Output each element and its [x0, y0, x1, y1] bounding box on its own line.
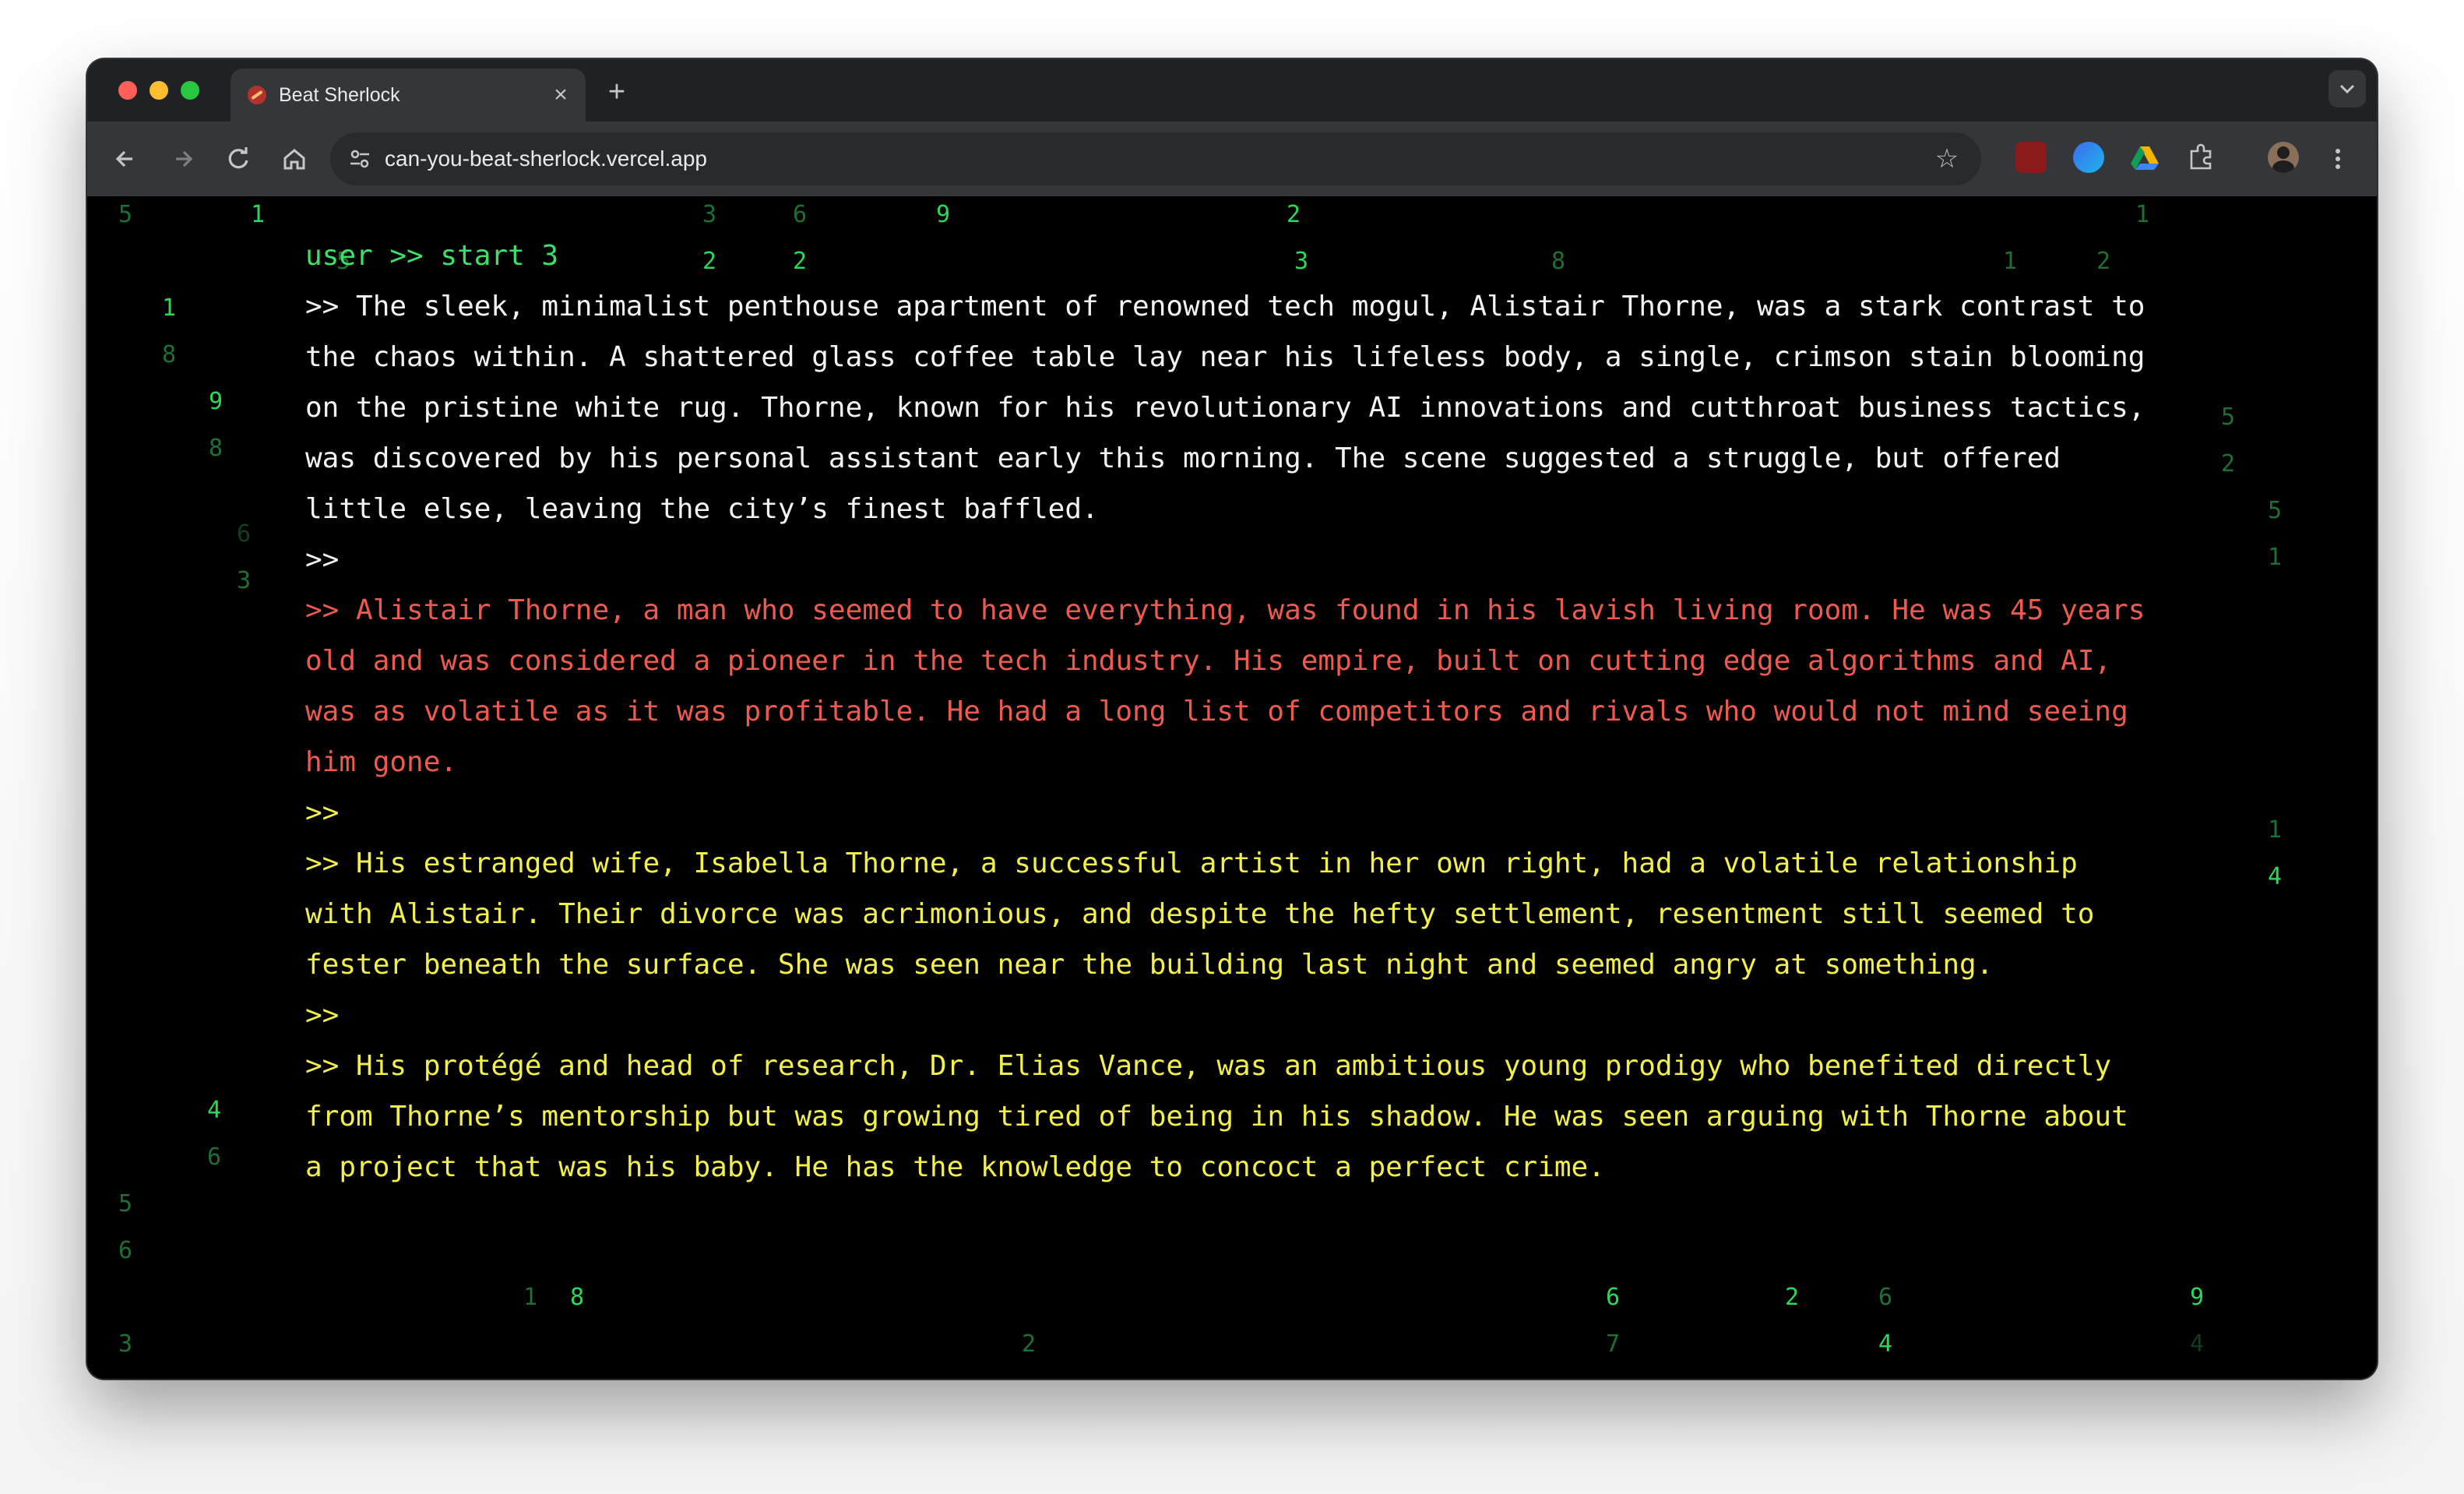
close-window-button[interactable] — [118, 81, 137, 100]
rain-digit: 6 — [1878, 1284, 1893, 1311]
rain-digit: 8 — [570, 1284, 585, 1311]
rain-digit: 6 — [118, 1237, 133, 1264]
site-info-icon[interactable] — [347, 146, 372, 171]
rain-digit: 5 — [118, 1190, 133, 1217]
terminal-output: user >> start 3 >> The sleek, minimalist… — [305, 231, 2159, 1193]
rain-digit: 5 — [118, 201, 133, 228]
rain-digit: 5 — [2268, 497, 2283, 524]
rain-digit: 1 — [251, 201, 266, 228]
prompt-separator: >> — [305, 797, 340, 829]
rain-digit: 1 — [2135, 201, 2150, 228]
ublock-extension-icon[interactable] — [2015, 142, 2047, 173]
forward-icon[interactable] — [165, 142, 199, 176]
rain-digit: 2 — [1785, 1284, 1800, 1311]
suspect-isabella-paragraph: >> His estranged wife, Isabella Thorne, … — [305, 847, 2112, 981]
rain-digit: 9 — [936, 201, 951, 228]
rain-digit: 4 — [207, 1097, 222, 1124]
home-icon[interactable] — [277, 142, 312, 176]
rain-digit: 6 — [207, 1143, 222, 1171]
rain-digit: 3 — [118, 1330, 133, 1358]
rain-digit: 6 — [793, 201, 808, 228]
minimize-window-button[interactable] — [150, 81, 168, 100]
rain-digit: 1 — [2268, 816, 2283, 844]
rain-digit: 1 — [2268, 544, 2283, 571]
address-bar[interactable]: can-you-beat-sherlock.vercel.app ☆ — [330, 132, 1981, 185]
kebab-menu-icon[interactable] — [2321, 142, 2355, 176]
rain-digit: 6 — [237, 520, 252, 548]
rain-digit: 4 — [2268, 863, 2283, 890]
intro-paragraph: >> The sleek, minimalist penthouse apart… — [305, 291, 2163, 525]
rain-digit: 5 — [2221, 403, 2236, 431]
rain-digit: 7 — [1606, 1330, 1621, 1358]
rain-digit: 9 — [209, 388, 224, 415]
chevron-down-icon — [2339, 84, 2355, 94]
url-text: can-you-beat-sherlock.vercel.app — [385, 146, 707, 171]
rain-digit: 4 — [1878, 1330, 1893, 1358]
tab-strip: Beat Sherlock × + — [87, 59, 2377, 122]
rain-digit: 6 — [1606, 1284, 1621, 1311]
browser-toolbar: can-you-beat-sherlock.vercel.app ☆ — [87, 122, 2377, 196]
copilot-extension-icon[interactable] — [2073, 142, 2104, 173]
tab-title: Beat Sherlock — [279, 84, 400, 106]
rain-digit: 9 — [2190, 1284, 2205, 1311]
command-line: user >> start 3 — [305, 240, 559, 272]
rain-digit: 3 — [702, 201, 717, 228]
prompt-separator: >> — [305, 544, 340, 576]
prompt-separator: >> — [305, 999, 340, 1031]
tab-search-button[interactable] — [2328, 70, 2366, 107]
rain-digit: 2 — [1287, 201, 1301, 228]
close-tab-icon[interactable]: × — [547, 81, 575, 109]
pipe-favicon-icon — [248, 86, 266, 104]
rain-digit: 3 — [237, 567, 252, 594]
rain-digit: 8 — [162, 341, 177, 368]
page-content: 5136921522381218986352511446561832626479… — [87, 196, 2377, 1379]
reload-icon[interactable] — [221, 142, 255, 176]
rain-digit: 2 — [2221, 450, 2236, 477]
tab-beat-sherlock[interactable]: Beat Sherlock × — [231, 69, 586, 122]
new-tab-icon[interactable]: + — [601, 76, 632, 107]
drive-extension-icon[interactable] — [2129, 142, 2160, 173]
rain-digit: 1 — [523, 1284, 538, 1311]
rain-digit: 1 — [162, 294, 177, 322]
profile-avatar[interactable] — [2268, 142, 2299, 173]
maximize-window-button[interactable] — [181, 81, 199, 100]
extensions-puzzle-icon[interactable] — [2185, 142, 2216, 173]
rain-digit: 2 — [1022, 1330, 1037, 1358]
rain-digit: 4 — [2190, 1330, 2205, 1358]
victim-paragraph: >> Alistair Thorne, a man who seemed to … — [305, 594, 2163, 778]
rain-digit: 8 — [209, 435, 224, 462]
browser-window: Beat Sherlock × + can-you-beat-sherlock.… — [87, 59, 2377, 1379]
back-icon[interactable] — [109, 142, 143, 176]
suspect-elias-paragraph: >> His protégé and head of research, Dr.… — [305, 1050, 2145, 1183]
star-icon[interactable]: ☆ — [1930, 142, 1964, 176]
